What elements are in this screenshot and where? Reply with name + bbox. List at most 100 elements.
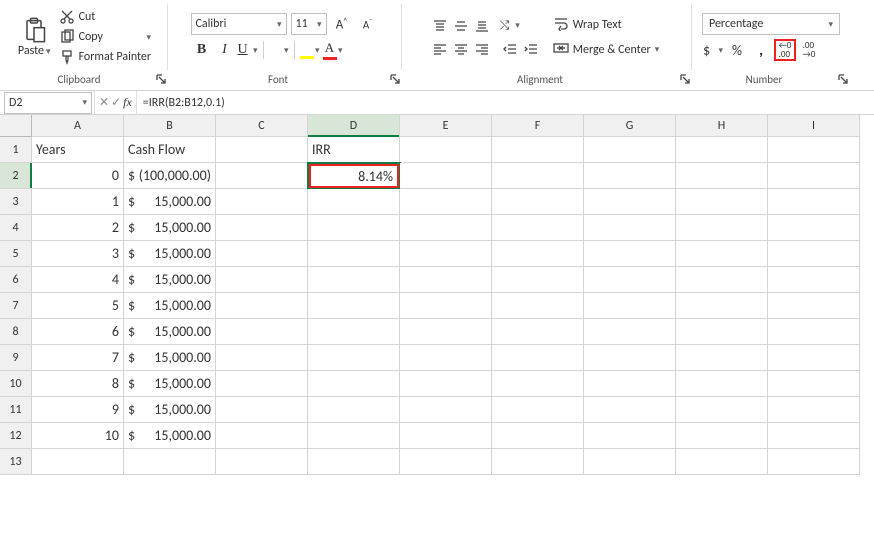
cell[interactable]: 10 (32, 423, 124, 449)
cell[interactable] (400, 267, 492, 293)
cell[interactable] (768, 345, 860, 371)
cell[interactable] (768, 397, 860, 423)
align-bottom-button[interactable] (472, 16, 492, 36)
cell[interactable] (400, 293, 492, 319)
fill-color-button[interactable]: ▾ (299, 39, 321, 61)
cell[interactable]: 8 (32, 371, 124, 397)
cell[interactable] (676, 189, 768, 215)
column-header[interactable]: E (400, 115, 492, 137)
cell[interactable] (308, 215, 400, 241)
fx-icon[interactable]: fx (123, 95, 132, 110)
format-painter-button[interactable]: Format Painter (57, 48, 154, 66)
cell[interactable] (492, 267, 584, 293)
increase-indent-button[interactable] (521, 39, 541, 59)
borders-button[interactable]: ▾ (268, 39, 290, 61)
cell[interactable] (216, 319, 308, 345)
dialog-launcher[interactable] (388, 72, 402, 86)
align-top-button[interactable] (430, 16, 450, 36)
column-header[interactable]: H (676, 115, 768, 137)
column-header[interactable]: B (124, 115, 216, 137)
cell[interactable] (768, 163, 860, 189)
cell[interactable] (676, 137, 768, 163)
row-header[interactable]: 11 (0, 397, 32, 423)
cell[interactable] (584, 163, 676, 189)
decrease-indent-button[interactable] (500, 39, 520, 59)
cell[interactable] (768, 241, 860, 267)
select-all-corner[interactable] (0, 115, 32, 137)
cell[interactable]: $15,000.00 (124, 241, 216, 267)
cell[interactable]: $15,000.00 (124, 293, 216, 319)
cell[interactable]: $15,000.00 (124, 371, 216, 397)
column-header[interactable]: F (492, 115, 584, 137)
cell[interactable] (584, 215, 676, 241)
row-header[interactable]: 2 (0, 163, 32, 189)
cell[interactable]: 7 (32, 345, 124, 371)
cell[interactable] (676, 345, 768, 371)
accounting-format-button[interactable]: $▾ (702, 39, 724, 61)
cell[interactable] (492, 241, 584, 267)
row-header[interactable]: 3 (0, 189, 32, 215)
row-header[interactable]: 13 (0, 449, 32, 475)
cell[interactable] (216, 163, 308, 189)
cell[interactable] (584, 449, 676, 475)
cell[interactable] (676, 163, 768, 189)
increase-decimal-button[interactable]: ←0.00 (774, 39, 796, 61)
cell[interactable] (308, 449, 400, 475)
underline-button[interactable]: U▾ (237, 39, 259, 61)
bold-button[interactable]: B (191, 39, 213, 61)
cell[interactable] (768, 449, 860, 475)
cell[interactable] (676, 449, 768, 475)
font-name-select[interactable]: Calibri▾ (191, 13, 287, 35)
cell[interactable] (584, 189, 676, 215)
cell[interactable] (768, 215, 860, 241)
cell[interactable] (768, 423, 860, 449)
cell[interactable] (308, 345, 400, 371)
row-header[interactable]: 9 (0, 345, 32, 371)
cell[interactable] (584, 137, 676, 163)
cell[interactable] (400, 345, 492, 371)
cell[interactable] (400, 397, 492, 423)
cell[interactable]: 9 (32, 397, 124, 423)
cell[interactable]: 3 (32, 241, 124, 267)
cell[interactable] (400, 371, 492, 397)
cell[interactable] (308, 319, 400, 345)
cell[interactable] (400, 241, 492, 267)
cell[interactable] (400, 189, 492, 215)
row-header[interactable]: 12 (0, 423, 32, 449)
wrap-text-button[interactable]: Wrap Text (549, 14, 664, 36)
cell[interactable] (308, 293, 400, 319)
cell[interactable] (492, 293, 584, 319)
cell[interactable] (308, 241, 400, 267)
cell[interactable] (32, 449, 124, 475)
cell[interactable] (492, 215, 584, 241)
cell[interactable] (308, 423, 400, 449)
font-size-select[interactable]: 11▾ (291, 13, 327, 35)
number-format-select[interactable]: Percentage▾ (702, 13, 840, 35)
decrease-font-button[interactable]: Aˇ (357, 13, 379, 35)
dialog-launcher[interactable] (154, 72, 168, 86)
cell[interactable]: 5 (32, 293, 124, 319)
cell[interactable]: $15,000.00 (124, 345, 216, 371)
row-header[interactable]: 1 (0, 137, 32, 163)
row-header[interactable]: 10 (0, 371, 32, 397)
cell[interactable] (400, 215, 492, 241)
align-right-button[interactable] (472, 39, 492, 59)
cell[interactable] (216, 345, 308, 371)
increase-font-button[interactable]: A^ (331, 13, 353, 35)
cell[interactable] (676, 267, 768, 293)
cell[interactable] (584, 293, 676, 319)
align-left-button[interactable] (430, 39, 450, 59)
cell[interactable] (676, 423, 768, 449)
cell[interactable] (216, 397, 308, 423)
column-header[interactable]: D (308, 115, 400, 137)
cell[interactable] (768, 371, 860, 397)
align-center-button[interactable] (451, 39, 471, 59)
cell[interactable] (676, 293, 768, 319)
cell[interactable] (584, 397, 676, 423)
cell[interactable] (676, 371, 768, 397)
cell[interactable] (768, 189, 860, 215)
cell[interactable] (492, 319, 584, 345)
cell[interactable]: 4 (32, 267, 124, 293)
formula-input[interactable]: =IRR(B2:B12,0.1) (137, 96, 874, 110)
cell[interactable] (492, 189, 584, 215)
